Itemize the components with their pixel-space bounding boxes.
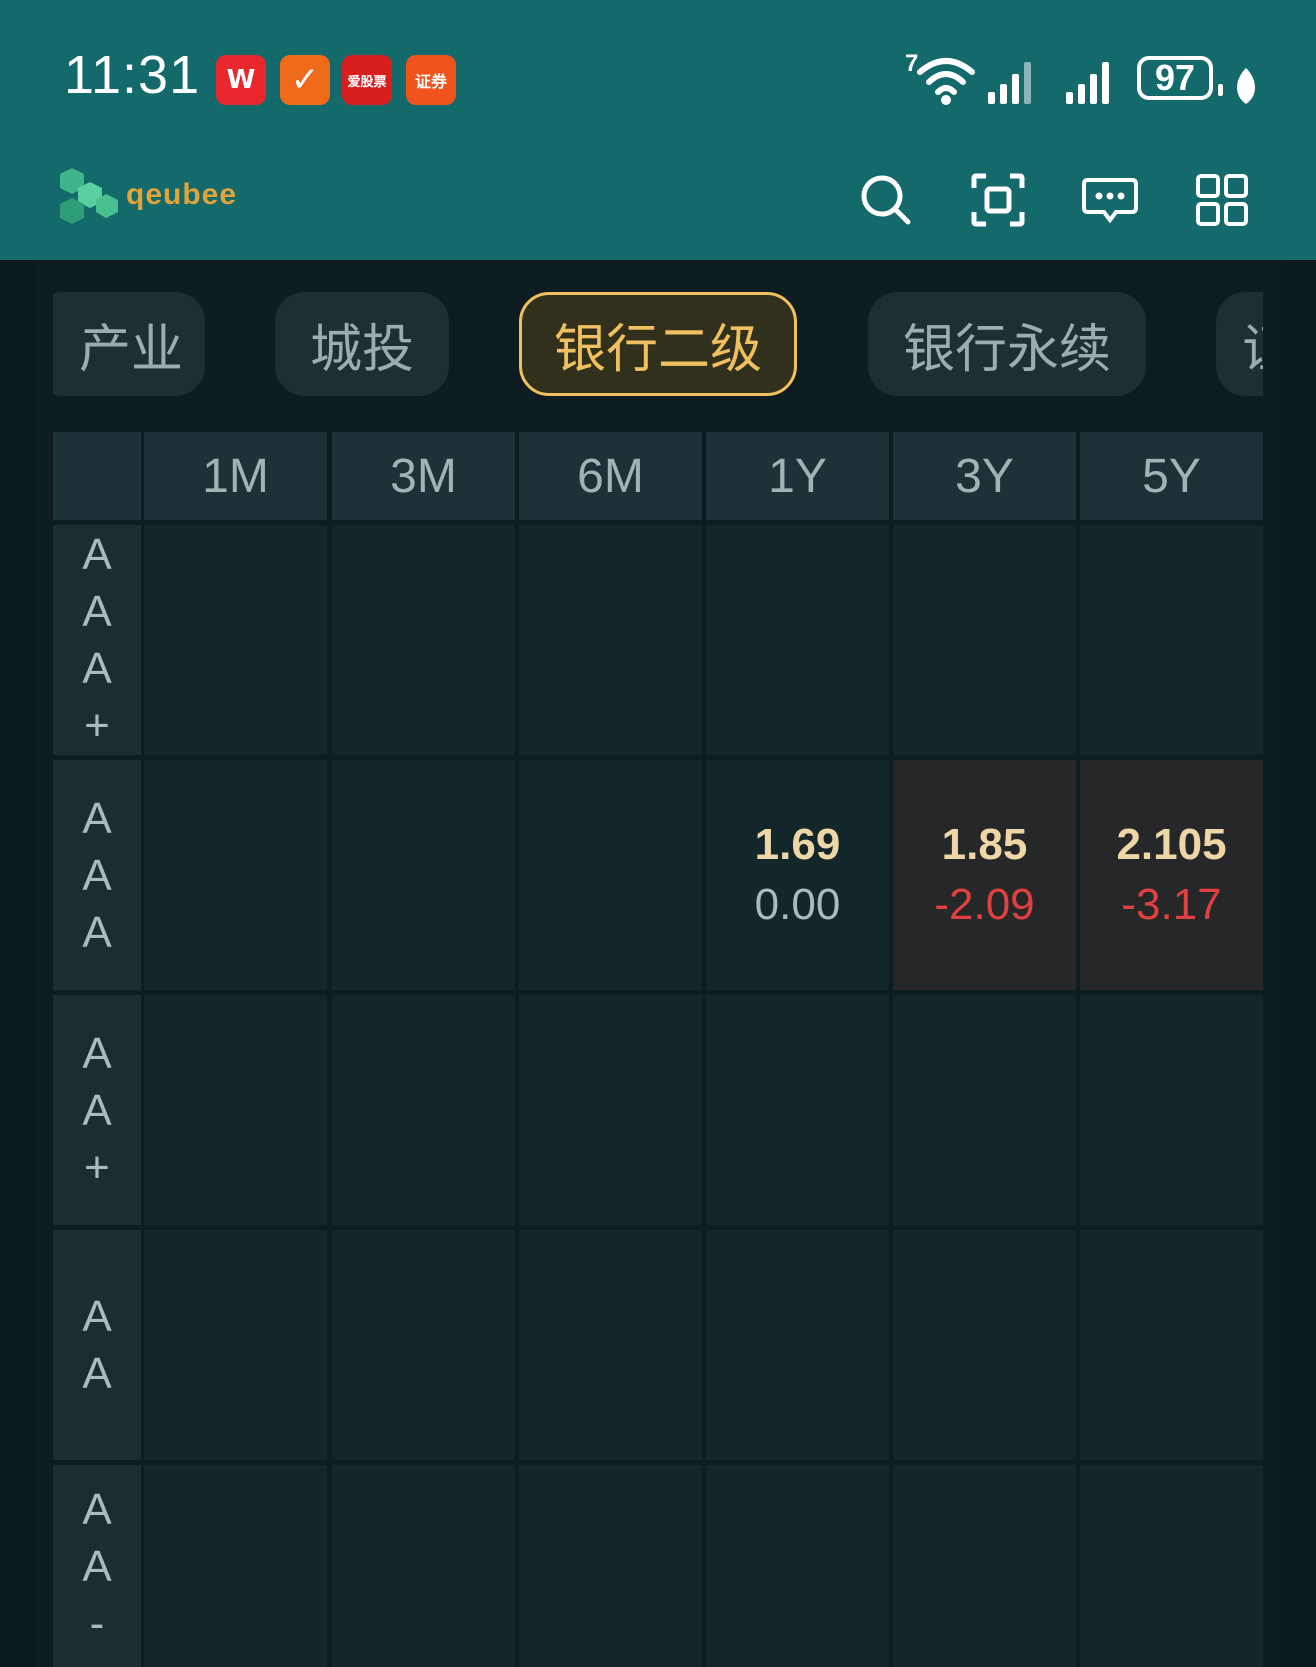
yield-change: -2.09 <box>934 880 1035 929</box>
apps-grid-icon[interactable] <box>1192 170 1252 230</box>
search-icon[interactable] <box>856 170 916 230</box>
message-icon[interactable] <box>1080 170 1140 230</box>
rating-char: A <box>82 1541 112 1591</box>
column-header-3y[interactable]: 3Y <box>893 432 1076 520</box>
tasks-check-icon-label: ✓ <box>290 60 320 100</box>
rating-char: A <box>82 850 112 900</box>
grid-corner <box>53 432 141 520</box>
empty-cell <box>706 995 889 1225</box>
wps-icon-label: W <box>226 65 256 95</box>
logo-text: qeubee <box>126 178 238 211</box>
yield-cell[interactable]: 1.69 0.00 <box>706 760 889 990</box>
empty-cell <box>144 525 327 755</box>
empty-cell <box>332 1230 515 1460</box>
tab-bank-tier2[interactable]: 银行二级 <box>519 292 797 396</box>
column-header-5y[interactable]: 5Y <box>1080 432 1263 520</box>
rating-char: - <box>89 1598 105 1648</box>
tab-chengtou[interactable]: 城投 <box>275 292 449 396</box>
aigupiao-icon-label: 爱股票 <box>347 74 387 90</box>
tasks-check-icon: ✓ <box>280 55 330 105</box>
empty-cell <box>519 1465 702 1667</box>
yield-cell[interactable]: 1.85 -2.09 <box>893 760 1076 990</box>
empty-cell <box>332 525 515 755</box>
empty-cell <box>706 525 889 755</box>
empty-cell <box>144 995 327 1225</box>
tab-securities[interactable]: 证 <box>1216 292 1263 396</box>
row-header-rating: AA <box>53 1230 141 1460</box>
securities-icon: 证券 <box>406 55 456 105</box>
empty-cell <box>1080 525 1263 755</box>
rating-char: A <box>82 1484 112 1534</box>
empty-cell <box>332 1465 515 1667</box>
yield-value: 1.85 <box>941 820 1028 869</box>
rating-char: A <box>82 793 112 843</box>
empty-cell <box>519 525 702 755</box>
rating-char: A <box>82 1085 112 1135</box>
tab-label: 证 <box>1242 307 1263 382</box>
battery-level: 97 <box>1154 57 1196 98</box>
tab-label: 城投 <box>309 319 414 380</box>
wps-icon: W <box>216 55 266 105</box>
signal-icon-2 <box>1066 62 1109 104</box>
column-header-1m[interactable]: 1M <box>144 432 327 520</box>
empty-cell <box>893 1465 1076 1667</box>
empty-cell <box>893 1230 1076 1460</box>
wifi-icon <box>917 58 975 105</box>
empty-cell <box>519 995 702 1225</box>
rating-char: + <box>84 701 110 750</box>
empty-cell <box>706 1230 889 1460</box>
empty-cell <box>519 760 702 990</box>
tab-label: 产业 <box>78 319 183 380</box>
empty-cell <box>332 760 515 990</box>
empty-cell <box>519 1230 702 1460</box>
empty-cell <box>1080 1230 1263 1460</box>
scan-icon[interactable] <box>968 170 1028 230</box>
category-tabs: 产业 城投 银行二级 银行永续 证 <box>53 292 1263 396</box>
tab-bank-perpetual[interactable]: 银行永续 <box>868 292 1146 396</box>
empty-cell <box>893 525 1076 755</box>
rating-char: A <box>82 1028 112 1078</box>
yield-value: 2.105 <box>1116 820 1227 869</box>
yield-cell[interactable]: 2.105 -3.17 <box>1080 760 1263 990</box>
rating-char: A <box>82 1292 112 1341</box>
empty-cell <box>144 1230 327 1460</box>
yield-change: -3.17 <box>1121 880 1222 929</box>
yield-change: 0.00 <box>754 880 841 929</box>
rating-char: A <box>82 587 112 636</box>
rating-char: A <box>82 1349 112 1398</box>
column-header-6m[interactable]: 6M <box>519 432 702 520</box>
column-header-1y[interactable]: 1Y <box>706 432 889 520</box>
row-header-rating: A A A + <box>53 525 141 755</box>
empty-cell <box>144 1465 327 1667</box>
securities-icon-label: 证券 <box>414 72 447 91</box>
rating-char: A <box>82 644 112 693</box>
rating-char: + <box>84 1142 110 1192</box>
aigupiao-icon: 爱股票 <box>342 55 392 105</box>
empty-cell <box>1080 995 1263 1225</box>
tab-label: 银行二级 <box>553 319 762 380</box>
rating-char: A <box>82 530 112 579</box>
empty-cell <box>144 760 327 990</box>
qeubee-logo-icon <box>60 168 118 224</box>
status-time: 11:31 <box>64 45 201 105</box>
row-header-rating: AAA <box>53 760 141 990</box>
yield-value: 1.69 <box>754 820 841 869</box>
battery-tip-icon <box>1218 84 1223 96</box>
signal-icon-1 <box>988 62 1031 104</box>
tab-label: 银行永续 <box>902 319 1111 380</box>
row-header-rating: AA - <box>53 1465 141 1667</box>
empty-cell <box>1080 1465 1263 1667</box>
tab-industry[interactable]: 产业 <box>53 292 205 396</box>
rating-char: A <box>82 907 112 957</box>
row-header-rating: A A + <box>53 995 141 1225</box>
empty-cell <box>332 995 515 1225</box>
battery-indicator: 97 <box>1137 56 1213 100</box>
leaf-icon <box>1237 68 1255 104</box>
column-header-3m[interactable]: 3M <box>332 432 515 520</box>
empty-cell <box>893 995 1076 1225</box>
empty-cell <box>706 1465 889 1667</box>
